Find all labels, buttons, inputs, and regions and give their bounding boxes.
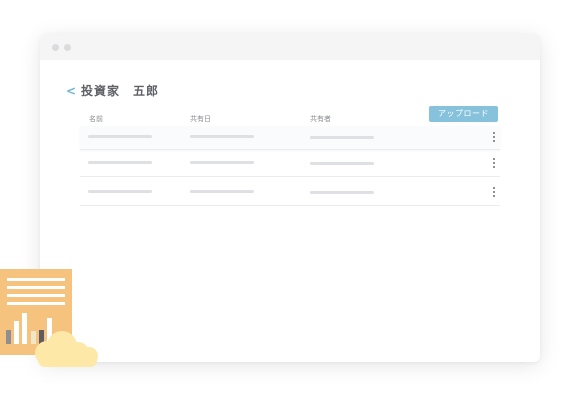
upload-button[interactable]: アップロード	[429, 106, 498, 122]
window-titlebar	[40, 34, 540, 60]
window-dot-minimize[interactable]	[64, 44, 71, 51]
page-title: 投資家 五郎	[81, 84, 160, 98]
more-vertical-icon[interactable]	[493, 187, 496, 199]
document-bar	[31, 331, 36, 344]
window-dot-close[interactable]	[52, 44, 59, 51]
document-text-line	[7, 294, 65, 297]
table-row[interactable]	[80, 126, 500, 150]
column-header-name[interactable]: 名前	[89, 115, 103, 124]
row-owner-placeholder	[310, 136, 374, 139]
row-owner-placeholder	[310, 162, 374, 165]
more-vertical-icon[interactable]	[493, 132, 496, 144]
row-name-placeholder	[88, 135, 152, 138]
row-date-placeholder	[190, 135, 254, 138]
document-bar	[22, 313, 27, 344]
row-name-placeholder	[88, 190, 152, 193]
table-row[interactable]	[80, 177, 500, 206]
row-owner-placeholder	[310, 191, 374, 194]
stage: < 投資家 五郎 アップロード 名前 共有日 共有者	[0, 0, 574, 398]
row-date-placeholder	[190, 161, 254, 164]
document-bar	[6, 330, 11, 344]
column-header-shared-date[interactable]: 共有日	[190, 115, 211, 124]
document-bar	[14, 321, 19, 344]
document-chart-icon	[0, 269, 98, 367]
document-text-line	[7, 302, 65, 305]
more-vertical-icon[interactable]	[493, 158, 496, 170]
row-name-placeholder	[88, 161, 152, 164]
row-date-placeholder	[190, 190, 254, 193]
column-header-shared-by[interactable]: 共有者	[310, 115, 331, 124]
app-window: < 投資家 五郎 アップロード 名前 共有日 共有者	[40, 34, 540, 362]
file-table	[80, 126, 500, 206]
table-row[interactable]	[80, 150, 500, 177]
document-text-line	[7, 286, 65, 289]
chevron-left-icon[interactable]: <	[66, 84, 76, 98]
document-text-line	[7, 278, 65, 281]
